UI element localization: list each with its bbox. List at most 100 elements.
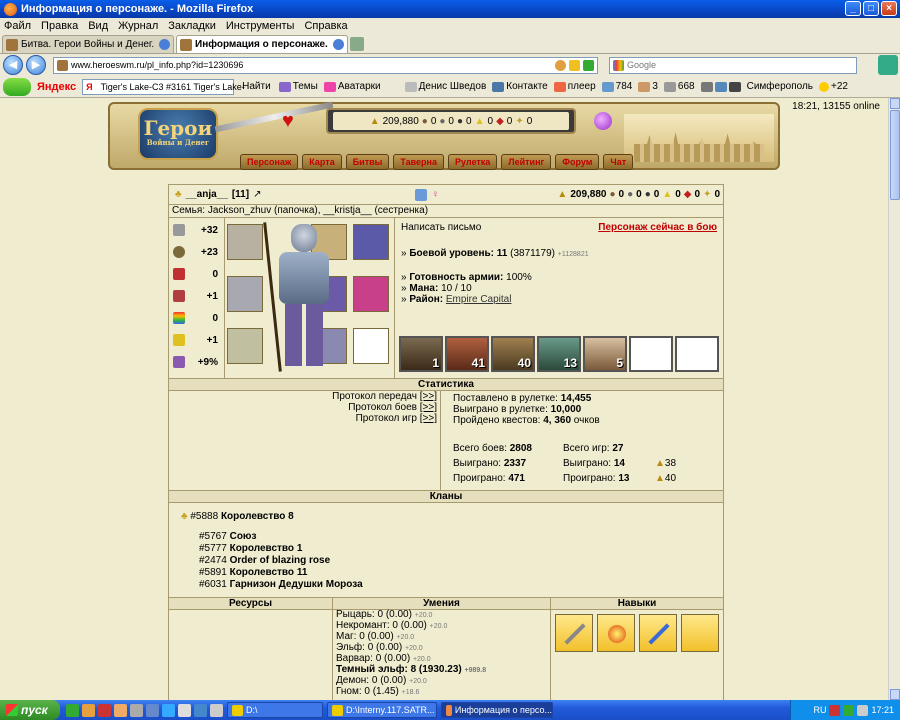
skype-icon[interactable] xyxy=(162,703,175,717)
equip-slot-horse[interactable] xyxy=(353,328,389,364)
main-clan[interactable]: ♣ #5888 Королевство 8 xyxy=(181,511,294,522)
tab-close-icon[interactable] xyxy=(159,39,170,50)
tray-icon[interactable] xyxy=(857,704,869,716)
rss-icon[interactable] xyxy=(555,59,566,71)
quick-launch-icon[interactable] xyxy=(98,703,111,717)
clan-item[interactable]: #5777 Королевство 1 xyxy=(199,543,302,554)
bookmark-star-icon[interactable] xyxy=(569,59,580,71)
equip-slot-weapon[interactable] xyxy=(227,328,263,364)
language-indicator[interactable]: RU xyxy=(813,705,826,715)
equip-slot-ring-left[interactable] xyxy=(227,224,263,260)
nav-tavern[interactable]: Таверна xyxy=(393,154,444,170)
write-icon[interactable] xyxy=(415,188,428,201)
army-unit-5[interactable]: 5 xyxy=(583,336,627,372)
quick-launch-icon[interactable] xyxy=(130,703,143,717)
protocol-battles-link[interactable]: [>>] xyxy=(420,402,437,413)
quick-launch-icon[interactable] xyxy=(178,703,191,717)
counter-2[interactable]: 3 xyxy=(638,81,658,92)
go-icon[interactable] xyxy=(583,59,594,71)
nav-roulette[interactable]: Рулетка xyxy=(447,154,498,170)
scroll-thumb[interactable] xyxy=(890,110,900,200)
army-unit-4[interactable]: 13 xyxy=(537,336,581,372)
perk-sword-icon[interactable] xyxy=(555,614,593,652)
yandex-logo[interactable]: Яндекс xyxy=(37,81,76,93)
menu-help[interactable]: Справка xyxy=(304,20,347,32)
perk-blue-sword-icon[interactable] xyxy=(639,614,677,652)
tray-icon[interactable] xyxy=(829,704,841,716)
close-button[interactable]: × xyxy=(881,1,897,16)
taskbar-item-folder[interactable]: D:\Interny.117.SATR... xyxy=(327,702,437,718)
clan-item[interactable]: #5767 Союз xyxy=(199,531,256,542)
gold-icon: ▲ xyxy=(655,458,665,469)
in-battle-link[interactable]: Персонаж сейчас в бою xyxy=(598,222,717,233)
nav-battles[interactable]: Битвы xyxy=(345,154,390,170)
menu-bookmarks[interactable]: Закладки xyxy=(168,20,216,32)
search-input[interactable]: Google xyxy=(609,56,857,74)
home-icon[interactable] xyxy=(878,55,898,75)
firefox-icon[interactable] xyxy=(114,703,127,717)
yandex-toolbar: Яндекс Я Tiger's Lake-C3 #3161 Tiger's L… xyxy=(0,76,900,98)
tab-battle[interactable]: Битва. Герои Войны и Денег. xyxy=(2,35,174,53)
quick-launch-icon[interactable] xyxy=(66,703,79,717)
clan-item[interactable]: #6031 Гарнизон Дедушки Мороза xyxy=(199,579,363,590)
nav-map[interactable]: Карта xyxy=(302,154,342,170)
quick-launch-icon[interactable] xyxy=(82,703,95,717)
tab-character-info[interactable]: Информация о персонаже. xyxy=(176,35,348,53)
menu-edit[interactable]: Правка xyxy=(41,20,78,32)
start-button[interactable]: пуск xyxy=(0,700,60,720)
menu-tools[interactable]: Инструменты xyxy=(226,20,295,32)
perk-fire-icon[interactable] xyxy=(597,614,635,652)
weather-city[interactable]: Симферополь xyxy=(747,81,813,92)
vk-button[interactable]: Контакте xyxy=(492,81,548,92)
nav-character[interactable]: Персонаж xyxy=(240,154,299,170)
clan-item[interactable]: #2474 Order of blazing rose xyxy=(199,555,330,566)
player-button[interactable]: плеер xyxy=(553,81,596,92)
nav-forum[interactable]: Форум xyxy=(555,154,600,170)
tray-icon[interactable] xyxy=(843,704,855,716)
army-unit-1[interactable]: 1 xyxy=(399,336,443,372)
back-button[interactable]: ◀ xyxy=(3,55,23,75)
menu-view[interactable]: Вид xyxy=(88,20,108,32)
tab-close-icon[interactable] xyxy=(333,39,344,50)
maximize-button[interactable]: □ xyxy=(863,1,879,16)
mail-counter[interactable]: 784 xyxy=(601,81,632,92)
army-unit-3[interactable]: 40 xyxy=(491,336,535,372)
game-logo[interactable]: Герои Войны и Денег xyxy=(138,108,218,160)
protocol-games-link[interactable]: [>>] xyxy=(420,413,437,424)
menu-history[interactable]: Журнал xyxy=(118,20,158,32)
army-unit-2[interactable]: 41 xyxy=(445,336,489,372)
menu-file[interactable]: Файл xyxy=(4,20,31,32)
user-button[interactable]: Денис Шведов xyxy=(404,81,486,92)
forward-button[interactable]: ▶ xyxy=(26,55,46,75)
minimize-button[interactable]: _ xyxy=(845,1,861,16)
vertical-scrollbar[interactable] xyxy=(888,98,900,700)
yandex-find-button[interactable]: Найти xyxy=(240,81,273,92)
counter-3[interactable]: 668 xyxy=(663,81,695,92)
nav-chat[interactable]: Чат xyxy=(603,154,634,170)
scroll-up-arrow[interactable] xyxy=(890,98,900,109)
avatars-button[interactable]: Аватарки xyxy=(323,81,381,92)
taskbar-item-firefox[interactable]: Информация о персо... xyxy=(441,702,553,718)
url-bar[interactable]: www.heroeswm.ru/pl_info.php?id=1230696 xyxy=(53,56,598,74)
wood-icon: ● xyxy=(421,115,428,127)
yandex-search-input[interactable]: Я Tiger's Lake-C3 #3161 Tiger's Lake- xyxy=(82,78,245,95)
taskbar-item-explorer[interactable]: D:\ xyxy=(227,702,323,718)
quick-launch-icon[interactable] xyxy=(146,703,159,717)
scroll-down-arrow[interactable] xyxy=(890,689,900,700)
quick-launch-icon[interactable] xyxy=(210,703,223,717)
themes-button[interactable]: Темы xyxy=(278,81,318,92)
page-content: 18:21, 13155 online Герои Войны и Денег … xyxy=(0,98,888,700)
new-tab-icon[interactable] xyxy=(350,37,364,51)
equip-slot-gem[interactable] xyxy=(353,276,389,312)
clan-item[interactable]: #5891 Королевство 11 xyxy=(199,567,307,578)
write-letter-link[interactable]: Написать письмо xyxy=(401,222,481,233)
equip-slot-spellbook[interactable] xyxy=(353,224,389,260)
potion-icon[interactable] xyxy=(594,112,612,130)
quick-launch-icon[interactable] xyxy=(194,703,207,717)
character-nick[interactable]: __anja__ xyxy=(186,189,228,200)
district-link[interactable]: Empire Capital xyxy=(446,294,512,305)
protocol-transfers-link[interactable]: [>>] xyxy=(420,391,437,402)
nav-rating[interactable]: Лейтинг xyxy=(501,154,552,170)
stat-attack: +32 xyxy=(169,220,224,240)
equip-slot-ring-2[interactable] xyxy=(227,276,263,312)
